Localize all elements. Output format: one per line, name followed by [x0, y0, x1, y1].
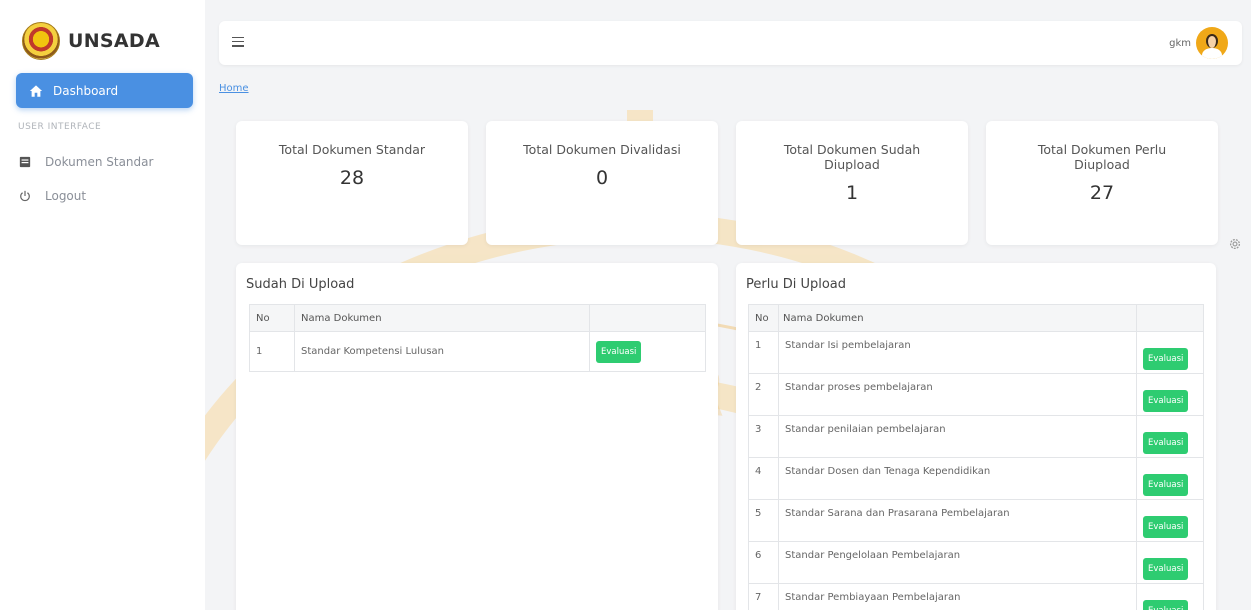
column-header-no: No: [748, 304, 779, 332]
row-name: Standar Isi pembelajaran: [778, 331, 1137, 374]
sidebar-item-dashboard[interactable]: Dashboard: [16, 73, 193, 108]
pending-panel: Perlu Di Upload No Nama Dokumen 1 Standa…: [736, 263, 1216, 610]
stat-value: 27: [1089, 182, 1115, 204]
home-icon: [29, 84, 43, 97]
row-no: 7: [748, 583, 779, 610]
brand-name: UNSADA: [68, 30, 160, 52]
sidebar-item-label: Logout: [45, 189, 87, 203]
brand[interactable]: UNSADA: [22, 22, 160, 60]
row-name: Standar Kompetensi Lulusan: [294, 331, 590, 372]
column-header-nama: Nama Dokumen: [294, 304, 590, 332]
panel-title: Sudah Di Upload: [246, 277, 355, 292]
uploaded-panel: Sudah Di Upload No Nama Dokumen 1 Standa…: [236, 263, 718, 610]
stat-card-total-perlu-diupload: Total Dokumen Perlu Diupload 27: [986, 121, 1218, 245]
avatar: [1196, 27, 1228, 59]
row-name: Standar Dosen dan Tenaga Kependidikan: [778, 457, 1137, 500]
hamburger-menu-icon[interactable]: [232, 34, 248, 50]
pending-table: No Nama Dokumen 1 Standar Isi pembelajar…: [748, 304, 1204, 610]
column-header-nama: Nama Dokumen: [778, 304, 1137, 332]
topbar: gkm: [219, 21, 1242, 65]
table-row: 5 Standar Sarana dan Prasarana Pembelaja…: [748, 499, 1204, 542]
table-header-row: No Nama Dokumen: [748, 304, 1204, 332]
row-no: 1: [249, 331, 295, 372]
stat-title: Total Dokumen Standar: [278, 142, 426, 157]
column-header-action: [589, 304, 706, 332]
evaluasi-button[interactable]: Evaluasi: [1143, 390, 1189, 412]
row-name: Standar Pembiayaan Pembelajaran: [778, 583, 1137, 610]
stat-title: Total Dokumen Perlu Diupload: [1037, 142, 1167, 172]
panel-title: Perlu Di Upload: [746, 277, 847, 292]
user-name: gkm: [1169, 37, 1191, 49]
evaluasi-button[interactable]: Evaluasi: [1143, 516, 1189, 538]
row-no: 6: [748, 541, 779, 584]
row-no: 4: [748, 457, 779, 500]
table-header-row: No Nama Dokumen: [249, 304, 706, 332]
sidebar-item-dokumen-standar[interactable]: Dokumen Standar: [18, 155, 153, 169]
stat-title: Total Dokumen Divalidasi: [523, 142, 681, 157]
power-icon: [18, 189, 32, 203]
table-row: 2 Standar proses pembelajaran Evaluasi: [748, 373, 1204, 416]
row-no: 2: [748, 373, 779, 416]
breadcrumb-home-link[interactable]: Home: [219, 83, 249, 94]
evaluasi-button[interactable]: Evaluasi: [596, 340, 642, 363]
row-name: Standar Sarana dan Prasarana Pembelajara…: [778, 499, 1137, 542]
table-row: 4 Standar Dosen dan Tenaga Kependidikan …: [748, 457, 1204, 500]
stat-card-total-diupload: Total Dokumen Sudah Diupload 1: [736, 121, 968, 245]
sidebar-item-logout[interactable]: Logout: [18, 189, 86, 203]
evaluasi-button[interactable]: Evaluasi: [1143, 600, 1189, 610]
column-header-no: No: [249, 304, 295, 332]
row-name: Standar Pengelolaan Pembelajaran: [778, 541, 1137, 584]
evaluasi-button[interactable]: Evaluasi: [1143, 432, 1189, 454]
evaluasi-button[interactable]: Evaluasi: [1143, 474, 1189, 496]
stat-value: 0: [595, 167, 609, 189]
table-row: 6 Standar Pengelolaan Pembelajaran Evalu…: [748, 541, 1204, 584]
evaluasi-button[interactable]: Evaluasi: [1143, 558, 1189, 580]
stat-value: 28: [339, 167, 365, 189]
stat-card-total-standar: Total Dokumen Standar 28: [236, 121, 468, 245]
stat-value: 1: [845, 182, 859, 204]
table-row: 3 Standar penilaian pembelajaran Evaluas…: [748, 415, 1204, 458]
stat-title: Total Dokumen Sudah Diupload: [783, 142, 921, 172]
sidebar-item-label: Dashboard: [53, 83, 119, 98]
row-no: 3: [748, 415, 779, 458]
row-name: Standar penilaian pembelajaran: [778, 415, 1137, 458]
table-row: 1 Standar Isi pembelajaran Evaluasi: [748, 331, 1204, 374]
column-header-action: [1136, 304, 1204, 332]
row-name: Standar proses pembelajaran: [778, 373, 1137, 416]
sidebar-section-label: USER INTERFACE: [18, 122, 102, 132]
table-row: 1 Standar Kompetensi Lulusan Evaluasi: [249, 331, 706, 372]
table-row: 7 Standar Pembiayaan Pembelajaran Evalua…: [748, 583, 1204, 610]
row-no: 5: [748, 499, 779, 542]
university-logo: [22, 22, 60, 60]
gear-icon[interactable]: [1228, 237, 1242, 251]
row-no: 1: [748, 331, 779, 374]
document-icon: [18, 155, 32, 169]
sidebar-item-label: Dokumen Standar: [45, 155, 154, 169]
user-menu[interactable]: gkm: [1169, 27, 1228, 59]
sidebar: UNSADA Dashboard USER INTERFACE Dokumen …: [0, 0, 205, 610]
uploaded-table: No Nama Dokumen 1 Standar Kompetensi Lul…: [249, 304, 706, 372]
evaluasi-button[interactable]: Evaluasi: [1143, 348, 1189, 370]
stat-card-total-divalidasi: Total Dokumen Divalidasi 0: [486, 121, 718, 245]
